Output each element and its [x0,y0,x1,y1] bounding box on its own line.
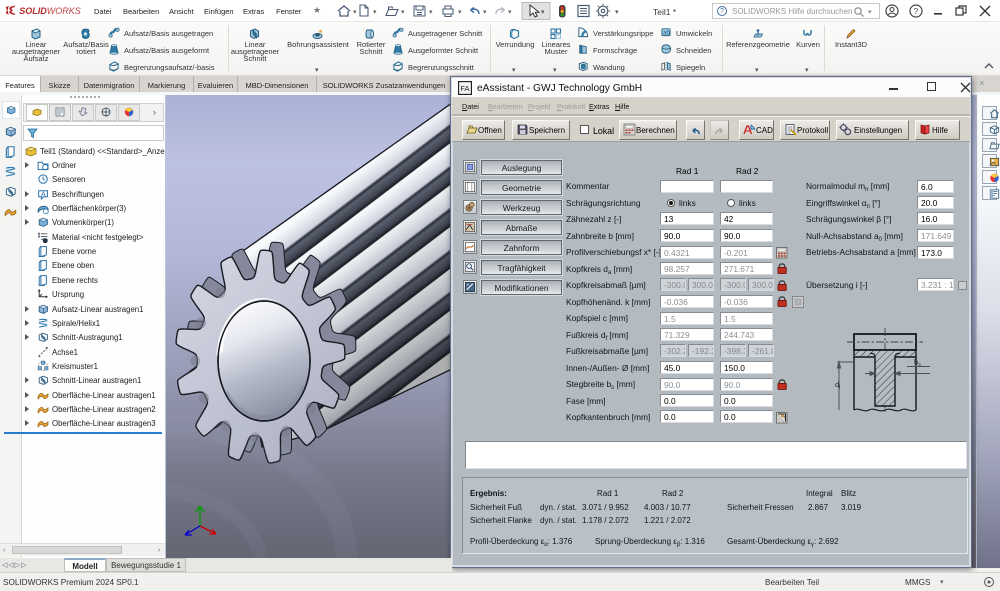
svg-text:SOLIDWORKS: SOLIDWORKS [19,6,81,16]
svg-text:▾: ▾ [429,9,433,16]
svg-text:▾: ▾ [353,9,357,16]
svg-text:di: di [835,380,840,391]
svg-text:▾: ▾ [483,9,487,16]
svg-text:ab: ab [663,30,670,36]
svg-text:▾: ▾ [401,9,405,16]
svg-text:▾: ▾ [508,9,512,16]
svg-text:A: A [41,190,46,198]
svg-text:▾: ▾ [541,9,545,16]
svg-text:bs: bs [914,358,921,369]
svg-text:FA: FA [460,84,469,93]
svg-text:?: ? [914,6,919,16]
svg-text:▾: ▾ [458,9,462,16]
svg-text:▾: ▾ [373,9,377,16]
svg-text:▾: ▾ [615,9,619,16]
